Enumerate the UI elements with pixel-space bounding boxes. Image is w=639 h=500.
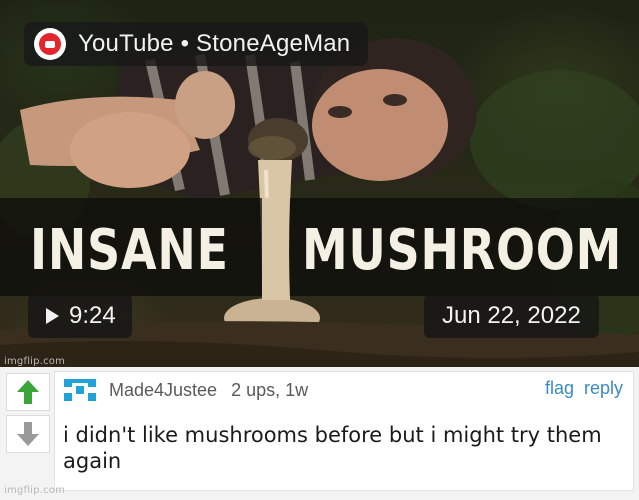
video-thumbnail[interactable]: YouTube • StoneAgeMan INSANE MUSHROOM 9:… — [0, 0, 639, 367]
comment-text: i didn't like mushrooms before but i mig… — [63, 423, 602, 473]
imgflip-watermark: imgflip.com — [4, 356, 66, 367]
vote-controls — [6, 373, 52, 489]
comment-card: Made4Justee 2 ups, 1w flag reply i didn'… — [54, 371, 634, 491]
arrow-down-icon — [17, 422, 39, 446]
headline-left: INSANE — [30, 218, 229, 283]
comment-actions: flag reply — [545, 378, 623, 399]
duration-label: 9:24 — [69, 302, 116, 329]
imgflip-footer-watermark: imgflip.com — [4, 485, 66, 496]
channel-label: YouTube • StoneAgeMan — [78, 30, 351, 57]
comment-username[interactable]: Made4Justee — [109, 380, 217, 401]
upload-date: Jun 22, 2022 — [424, 294, 599, 338]
youtube-channel-badge: YouTube • StoneAgeMan — [24, 22, 369, 66]
upvote-button[interactable] — [6, 373, 50, 411]
downvote-button[interactable] — [6, 415, 50, 453]
arrow-up-icon — [17, 380, 39, 404]
comment: Made4Justee 2 ups, 1w flag reply i didn'… — [0, 367, 639, 500]
video-duration: 9:24 — [28, 294, 132, 338]
comment-stats: 2 ups, 1w — [231, 379, 309, 400]
avatar[interactable] — [63, 378, 97, 402]
youtube-icon — [34, 28, 66, 60]
reply-link[interactable]: reply — [584, 378, 623, 399]
headline-right: MUSHROOM — [302, 218, 623, 283]
flag-link[interactable]: flag — [545, 378, 574, 399]
comment-meta: Made4Justee 2 ups, 1w — [63, 376, 308, 404]
play-icon — [46, 308, 59, 324]
